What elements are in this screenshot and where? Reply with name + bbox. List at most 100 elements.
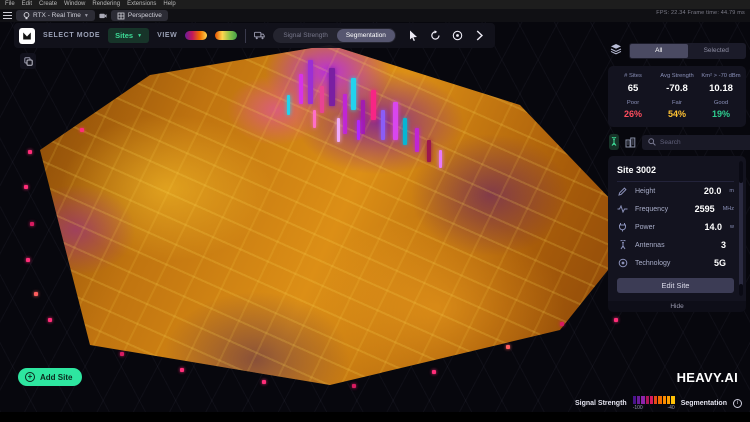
tab-rtx-real-time[interactable]: RTX - Real Time ▼: [16, 10, 95, 21]
viewport-3d-scene[interactable]: SELECT MODE Sites ▼ VIEW Signal Strength…: [0, 22, 750, 412]
stat-label: Km² > -70 dBm: [699, 73, 743, 79]
duplicate-view-button[interactable]: [20, 53, 36, 69]
disc-icon: [617, 258, 628, 268]
site-field-row-technology: Technology 5G: [617, 254, 734, 272]
panel-scrollbar[interactable]: [739, 161, 743, 296]
site-field-row-frequency: Frequency 2595 MHz: [617, 200, 734, 218]
tab-perspective-label: Perspective: [128, 12, 162, 19]
edit-site-button[interactable]: Edit Site: [617, 278, 734, 293]
chevron-down-icon: ▼: [137, 33, 142, 39]
menu-item-create[interactable]: Create: [39, 0, 57, 9]
site-title: Site 3002: [617, 162, 734, 182]
stat-pct: 54%: [655, 109, 699, 119]
site-detail-card: Site 3002 Height 20.0 m Frequency 2595 M…: [608, 156, 746, 301]
panel-header: All Selected: [608, 42, 746, 59]
field-unit: w: [730, 224, 734, 230]
scope-selected-button[interactable]: Selected: [688, 44, 746, 58]
tab-perspective[interactable]: Perspective: [111, 10, 168, 21]
field-label: Height: [635, 188, 697, 195]
field-value: 3: [721, 240, 726, 250]
scrollbar-thumb[interactable]: [739, 161, 743, 183]
signal-gradient-swatch[interactable]: [185, 31, 207, 40]
panel-tools-row: [608, 134, 746, 150]
stat-value: -70.8: [655, 83, 699, 94]
buildings-icon[interactable]: [625, 135, 636, 149]
stat-value: 10.18: [699, 83, 743, 94]
main-toolbar: SELECT MODE Sites ▼ VIEW Signal Strength…: [14, 23, 495, 48]
antenna-sites-button[interactable]: [609, 134, 619, 150]
layer-mode-toggle: Signal Strength Segmentation: [273, 28, 396, 43]
target-icon[interactable]: [452, 30, 463, 41]
menu-item-file[interactable]: File: [5, 0, 15, 9]
site-field-row-height: Height 20.0 m: [617, 182, 734, 200]
scrollbar-thumb[interactable]: [739, 284, 743, 296]
segmentation-gradient-swatch[interactable]: [215, 31, 237, 40]
chevron-right-icon[interactable]: [474, 30, 485, 41]
stat-sites: # Sites 65 Poor 26%: [611, 73, 655, 119]
stat-rating: Good: [699, 100, 743, 106]
tab-rtx-label: RTX - Real Time: [33, 12, 81, 19]
field-label: Power: [635, 224, 697, 231]
stat-pct: 19%: [699, 109, 743, 119]
bottom-black-bar: [0, 412, 750, 422]
heavyai-logo[interactable]: [19, 28, 35, 44]
menu-item-edit[interactable]: Edit: [22, 0, 32, 9]
field-value: 2595: [695, 204, 715, 214]
field-label: Frequency: [635, 206, 688, 213]
stat-value: 65: [611, 83, 655, 94]
legend-signal-label: Signal Strength: [575, 400, 627, 407]
menu-item-help[interactable]: Help: [163, 0, 175, 9]
toggle-signal-strength[interactable]: Signal Strength: [274, 29, 336, 42]
stat-pct: 26%: [611, 109, 655, 119]
plug-icon: [617, 222, 628, 232]
add-site-button[interactable]: + Add Site: [18, 368, 82, 386]
right-panel: All Selected # Sites 65 Poor 26% Avg Str…: [608, 42, 746, 312]
mode-dropdown-value: Sites: [115, 31, 133, 40]
pencil-icon: [617, 187, 628, 196]
field-label: Technology: [635, 260, 707, 267]
search-box: [642, 135, 750, 150]
site-field-row-antennas: Antennas 3: [617, 236, 734, 254]
stat-label: # Sites: [611, 73, 655, 79]
field-value: 14.0: [704, 222, 722, 232]
hamburger-menu-icon[interactable]: [3, 12, 12, 19]
toolbar-divider: [245, 29, 246, 43]
field-unit: m: [729, 188, 734, 194]
add-site-label: Add Site: [40, 373, 72, 382]
vehicle-icon[interactable]: [254, 30, 265, 41]
view-label: VIEW: [157, 32, 177, 39]
field-value: 20.0: [704, 186, 722, 196]
search-icon: [648, 138, 656, 146]
field-value: 5G: [714, 258, 726, 268]
info-icon[interactable]: i: [733, 399, 742, 408]
antenna-icon: [617, 240, 628, 250]
search-input[interactable]: [660, 139, 748, 146]
menu-item-rendering[interactable]: Rendering: [92, 0, 120, 9]
menu-bar: File Edit Create Window Rendering Extens…: [0, 0, 750, 9]
legend: Signal Strength -100 -40 Segmentation i: [575, 396, 742, 410]
scope-all-button[interactable]: All: [630, 44, 688, 58]
field-unit: MHz: [723, 206, 734, 212]
scope-toggle: All Selected: [629, 43, 746, 59]
app-window: File Edit Create Window Rendering Extens…: [0, 0, 750, 422]
stat-rating: Fair: [655, 100, 699, 106]
plus-circle-icon: +: [25, 372, 35, 382]
camera-icon[interactable]: [99, 12, 107, 20]
menu-item-window[interactable]: Window: [64, 0, 85, 9]
stat-coverage-area: Km² > -70 dBm 10.18 Good 19%: [699, 73, 743, 119]
mode-dropdown[interactable]: Sites ▼: [108, 28, 149, 43]
cursor-select-icon[interactable]: [408, 30, 419, 41]
layers-icon[interactable]: [610, 42, 622, 60]
wave-icon: [617, 205, 628, 213]
rotate-icon[interactable]: [430, 30, 441, 41]
stats-card: # Sites 65 Poor 26% Avg Strength -70.8 F…: [608, 66, 746, 127]
menu-item-extensions[interactable]: Extensions: [127, 0, 156, 9]
stat-label: Avg Strength: [655, 73, 699, 79]
hide-panel-button[interactable]: Hide: [608, 301, 746, 312]
toggle-segmentation[interactable]: Segmentation: [337, 29, 395, 42]
select-mode-label: SELECT MODE: [43, 32, 100, 39]
perspective-grid-icon: [117, 12, 125, 20]
heavyai-wordmark: HEAVY.AI: [677, 370, 738, 385]
stat-avg-strength: Avg Strength -70.8 Fair 54%: [655, 73, 699, 119]
viewport-tab-bar: RTX - Real Time ▼ Perspective FPS: 22.34…: [0, 9, 750, 22]
